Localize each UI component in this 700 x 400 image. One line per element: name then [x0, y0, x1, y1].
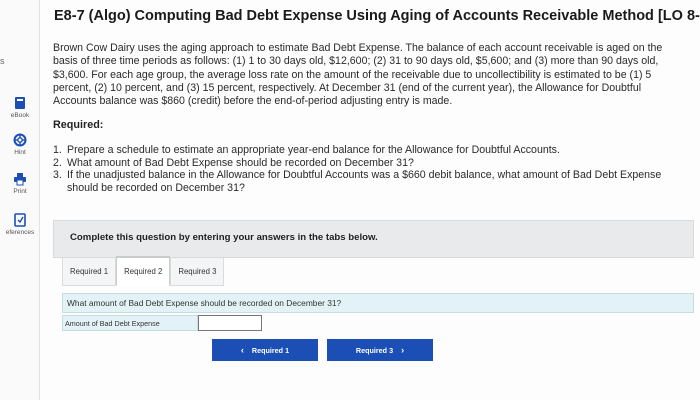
- tab-required-1[interactable]: Required 1: [62, 258, 117, 286]
- instructions-panel: Complete this question by entering your …: [53, 220, 694, 258]
- reference-icon: [14, 213, 26, 227]
- sidebar-item-print[interactable]: Print: [0, 172, 40, 195]
- tab-strip: Required 1 Required 2 Required 3: [62, 256, 225, 286]
- instructions-text: Complete this question by entering your …: [70, 232, 378, 243]
- list-item-text: What amount of Bad Debt Expense should b…: [67, 156, 414, 169]
- problem-title: E8-7 (Algo) Computing Bad Debt Expense U…: [54, 8, 700, 24]
- list-item: 2. What amount of Bad Debt Expense shoul…: [53, 157, 693, 170]
- sidebar-item-label: Hint: [14, 149, 26, 156]
- printer-icon: [14, 173, 26, 186]
- bad-debt-expense-input[interactable]: [198, 315, 262, 331]
- problem-description: Brown Cow Dairy uses the aging approach …: [53, 42, 663, 108]
- sidebar-item-ebook[interactable]: eBook: [0, 96, 40, 119]
- answer-label: Amount of Bad Debt Expense: [62, 315, 198, 331]
- question-text: What amount of Bad Debt Expense should b…: [67, 298, 342, 308]
- list-item-text: If the unadjusted balance in the Allowan…: [67, 169, 662, 194]
- sidebar: s eBook Hint Print eferences: [0, 0, 40, 400]
- book-icon: [15, 97, 25, 109]
- list-item: 1. Prepare a schedule to estimate an app…: [53, 144, 693, 157]
- next-required-button[interactable]: Required 3 ›: [327, 339, 433, 361]
- prev-required-button[interactable]: ‹ Required 1: [212, 339, 318, 361]
- tab-required-2[interactable]: Required 2: [116, 256, 171, 286]
- required-heading: Required:: [53, 119, 104, 131]
- requirements-list: 1. Prepare a schedule to estimate an app…: [53, 144, 693, 194]
- chevron-left-icon: ‹: [240, 345, 244, 355]
- chevron-right-icon: ›: [401, 345, 405, 355]
- sidebar-number: s: [0, 56, 5, 66]
- sidebar-item-label: eferences: [5, 229, 35, 236]
- question-bar: What amount of Bad Debt Expense should b…: [62, 293, 694, 313]
- list-item-text: Prepare a schedule to estimate an approp…: [67, 144, 560, 156]
- list-item-number: 1.: [53, 144, 62, 156]
- next-button-label: Required 3: [355, 345, 394, 355]
- prev-button-label: Required 1: [251, 345, 290, 355]
- sidebar-item-references[interactable]: eferences: [0, 213, 40, 236]
- sidebar-item-hint[interactable]: Hint: [0, 133, 40, 156]
- list-item-number: 3.: [53, 169, 62, 182]
- lifebuoy-icon: [13, 133, 27, 147]
- sidebar-item-label: Print: [13, 188, 27, 195]
- list-item: 3. If the unadjusted balance in the Allo…: [53, 169, 693, 194]
- answer-row: Amount of Bad Debt Expense: [62, 315, 262, 331]
- sidebar-item-label: eBook: [10, 112, 30, 119]
- tab-required-3[interactable]: Required 3: [170, 258, 225, 286]
- list-item-number: 2.: [53, 156, 62, 169]
